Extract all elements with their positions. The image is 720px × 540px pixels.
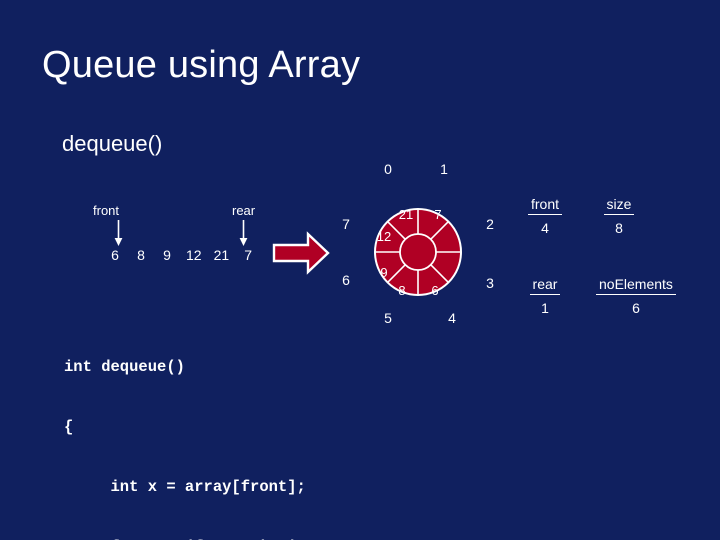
variable-value: 4: [541, 220, 549, 236]
code-line: int dequeue(): [64, 358, 185, 376]
slot-value: 6: [431, 283, 438, 298]
section-subtitle: dequeue(): [62, 131, 163, 156]
circular-index-label: 2: [486, 216, 494, 232]
circular-index-label: 4: [448, 310, 456, 326]
array-cell: 8: [137, 247, 145, 263]
variable-value: 8: [615, 220, 623, 236]
array-cell: 21: [213, 247, 230, 263]
code-listing: int dequeue() { int x = array[front]; fr…: [64, 317, 352, 540]
array-cell: 12: [186, 247, 202, 263]
code-line: {: [64, 418, 74, 436]
variable-front: front 4: [522, 196, 568, 236]
variable-value: 1: [541, 300, 549, 316]
donut-ring: [374, 208, 462, 296]
variables-row: front 4 size 8: [522, 196, 702, 236]
slot-value: 21: [399, 207, 413, 222]
circular-index-label: 6: [342, 272, 350, 288]
array-cell: 7: [244, 247, 253, 263]
array-rear-label: rear: [232, 203, 256, 218]
circular-queue-diagram: 21 7 6 8 9 12 0 1 2 3 4 5 6 7: [330, 155, 510, 335]
front-pointer-arrow-icon: [114, 220, 123, 246]
slot-value: 8: [398, 283, 405, 298]
page-title: Queue using Array: [42, 44, 361, 86]
variable-rear: rear 1: [522, 276, 568, 316]
variables-table: front 4 size 8 rear 1 noElements 6: [522, 196, 702, 316]
array-front-label: front: [93, 203, 120, 218]
linear-array: 6 8 9 12 21 7: [108, 247, 255, 263]
circular-index-label: 3: [486, 275, 494, 291]
slide-canvas: Queue using Array dequeue() front rear 6…: [0, 0, 720, 540]
array-cell: 9: [163, 247, 171, 263]
code-line: int x = array[front];: [64, 478, 306, 496]
variable-size: size 8: [596, 196, 642, 236]
circular-index-label: 5: [384, 310, 392, 326]
slot-value: 7: [434, 207, 441, 222]
circular-queue-svg: 21 7 6 8 9 12: [374, 207, 462, 298]
variable-name: front: [527, 196, 562, 215]
circular-index-label: 7: [342, 216, 350, 232]
circular-index-label: 0: [384, 161, 392, 177]
variable-name: noElements: [596, 276, 676, 295]
slot-value: 9: [380, 265, 387, 280]
variables-row: rear 1 noElements 6: [522, 276, 702, 316]
variable-noelements: noElements 6: [596, 276, 676, 316]
array-cell: 6: [111, 247, 119, 263]
rear-pointer-arrow-icon: [239, 220, 248, 246]
slot-value: 12: [377, 229, 391, 244]
variable-name: size: [603, 196, 635, 215]
transition-arrow-icon: [272, 231, 330, 275]
circular-index-label: 1: [440, 161, 448, 177]
variable-name: rear: [529, 276, 561, 295]
variable-value: 6: [632, 300, 640, 316]
